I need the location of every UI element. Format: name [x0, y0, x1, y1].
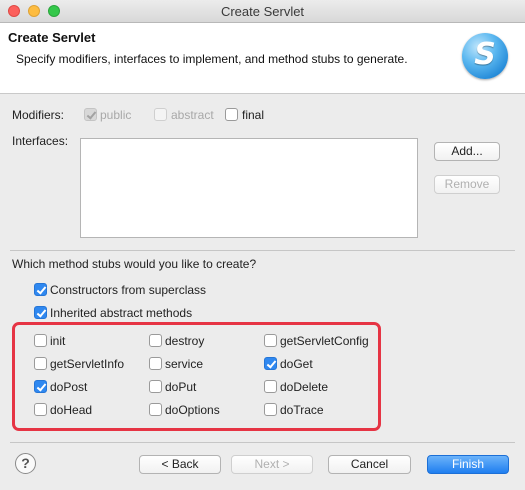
method-stubs-question: Which method stubs would you like to cre… — [12, 257, 257, 271]
dooptions-checkbox[interactable] — [149, 403, 162, 416]
dopost-label: doPost — [50, 380, 88, 394]
inherited-abstract-label: Inherited abstract methods — [50, 306, 193, 320]
help-icon[interactable]: ? — [15, 453, 36, 474]
page-description: Specify modifiers, interfaces to impleme… — [16, 52, 408, 66]
destroy-checkbox[interactable] — [149, 334, 162, 347]
dodelete-checkbox[interactable] — [264, 380, 277, 393]
dohead-label: doHead — [50, 403, 93, 417]
final-label: final — [242, 108, 265, 122]
next-button[interactable]: Next > — [231, 455, 313, 474]
dohead-checkbox[interactable] — [34, 403, 47, 416]
init-label: init — [50, 334, 66, 348]
service-label: service — [165, 357, 204, 371]
constructors-label: Constructors from superclass — [50, 283, 207, 297]
dopost-checkbox[interactable] — [34, 380, 47, 393]
doget-checkbox[interactable] — [264, 357, 277, 370]
abstract-checkbox[interactable] — [154, 108, 167, 121]
add-interface-button[interactable]: Add... — [434, 142, 500, 161]
logo-letter: S — [474, 37, 496, 72]
public-checkbox[interactable] — [84, 108, 97, 121]
interfaces-label: Interfaces: — [12, 134, 69, 148]
service-checkbox[interactable] — [149, 357, 162, 370]
init-checkbox[interactable] — [34, 334, 47, 347]
window-title: Create Servlet — [220, 4, 305, 19]
finish-button[interactable]: Finish — [427, 455, 509, 474]
dotrace-checkbox[interactable] — [264, 403, 277, 416]
inherited-abstract-checkbox[interactable] — [34, 306, 47, 319]
interfaces-list[interactable] — [80, 138, 418, 238]
getservletconfig-checkbox[interactable] — [264, 334, 277, 347]
back-button[interactable]: < Back — [139, 455, 221, 474]
getservletconfig-label: getServletConfig — [280, 334, 369, 348]
public-label: public — [100, 108, 132, 122]
destroy-label: destroy — [165, 334, 205, 348]
final-checkbox[interactable] — [225, 108, 238, 121]
section-divider — [10, 250, 515, 251]
dodelete-label: doDelete — [280, 380, 329, 394]
getservletinfo-label: getServletInfo — [50, 357, 125, 371]
remove-interface-button[interactable]: Remove — [434, 175, 500, 194]
dooptions-label: doOptions — [165, 403, 220, 417]
doget-label: doGet — [280, 357, 313, 371]
servlet-logo-icon: S — [462, 33, 508, 79]
window-title-bar: Create Servlet — [0, 0, 525, 23]
modifiers-label: Modifiers: — [12, 108, 65, 122]
wizard-header: Create Servlet Specify modifiers, interf… — [0, 23, 525, 94]
constructors-checkbox[interactable] — [34, 283, 47, 296]
cancel-button[interactable]: Cancel — [328, 455, 411, 474]
doput-label: doPut — [165, 380, 197, 394]
getservletinfo-checkbox[interactable] — [34, 357, 47, 370]
footer-divider — [10, 442, 515, 443]
doput-checkbox[interactable] — [149, 380, 162, 393]
dotrace-label: doTrace — [280, 403, 324, 417]
page-title: Create Servlet — [8, 30, 96, 45]
abstract-label: abstract — [171, 108, 214, 122]
